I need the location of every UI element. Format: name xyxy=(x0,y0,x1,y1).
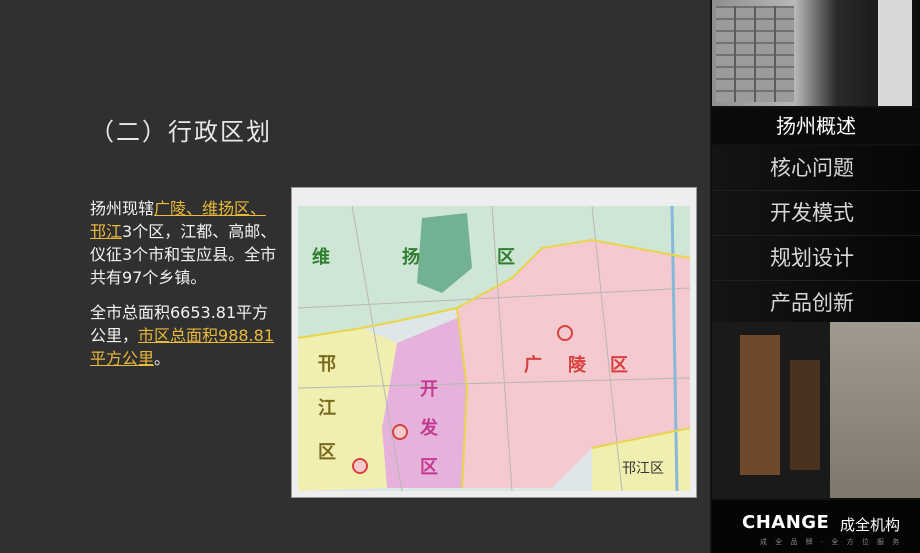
map-label-guangling-1: 广 xyxy=(524,354,542,376)
cabinet-image-overlay xyxy=(716,6,794,102)
location-marker xyxy=(352,458,368,474)
menu-title[interactable]: 扬州概述 xyxy=(712,108,920,144)
map-label-hanjiang-2: 江 xyxy=(318,398,336,419)
map-label-hanjiang-3: 区 xyxy=(318,442,336,463)
menu-item-product-innovation[interactable]: 产品创新 xyxy=(712,281,920,326)
menu-item-core-issues[interactable]: 核心问题 xyxy=(712,146,920,191)
map-label-kaifa-2: 发 xyxy=(419,417,439,439)
map-label-weiyang-1: 维 xyxy=(312,246,330,268)
shelf-image xyxy=(790,360,820,470)
map-label-guangling-2: 陵 xyxy=(568,354,587,376)
map-label-kaifa-3: 区 xyxy=(420,457,438,478)
pillar-image xyxy=(878,0,912,106)
brand-name: 成全机构 xyxy=(840,516,901,534)
menu-item-planning-design[interactable]: 规划设计 xyxy=(712,236,920,281)
slide: （二）行政区划 扬州现辖广陵、维扬区、邗江3个区，江都、高邮、仪征3个市和宝应县… xyxy=(0,0,920,553)
menu-item-development-mode[interactable]: 开发模式 xyxy=(712,191,920,236)
map-label-weiyang-3: 区 xyxy=(497,247,515,268)
section-heading: （二）行政区划 xyxy=(90,118,272,146)
map-label-hanjiang-1: 邗 xyxy=(318,354,336,375)
location-marker xyxy=(392,424,408,440)
floor-image xyxy=(830,322,920,498)
paragraph-area: 全市总面积6653.81平方公里，市区总面积988.81平方公里。 xyxy=(90,301,280,370)
paragraph-districts: 扬州现辖广陵、维扬区、邗江3个区，江都、高邮、仪征3个市和宝应县。全市共有97个… xyxy=(90,197,280,289)
map-label-hanjiang-bottom: 邗江区 xyxy=(622,461,664,477)
brand-tagline: 成 全 品 牌 · 全 方 位 服 务 xyxy=(760,538,903,546)
para2-suffix: 。 xyxy=(154,349,171,368)
para1-prefix: 扬州现辖 xyxy=(90,199,155,218)
brand-logo: CHANGE xyxy=(742,512,830,533)
description-text: 扬州现辖广陵、维扬区、邗江3个区，江都、高邮、仪征3个市和宝应县。全市共有97个… xyxy=(90,197,280,382)
district-map: 维 扬 区 广 陵 区 邗 江 区 开 发 区 邗江区 xyxy=(291,187,697,498)
location-marker xyxy=(557,325,573,341)
map-label-weiyang-2: 扬 xyxy=(402,246,420,268)
map-label-guangling-3: 区 xyxy=(610,355,628,376)
shelf-image xyxy=(740,335,780,475)
map-label-kaifa-1: 开 xyxy=(420,379,438,400)
sidebar-menu: 核心问题 开发模式 规划设计 产品创新 xyxy=(712,146,920,326)
